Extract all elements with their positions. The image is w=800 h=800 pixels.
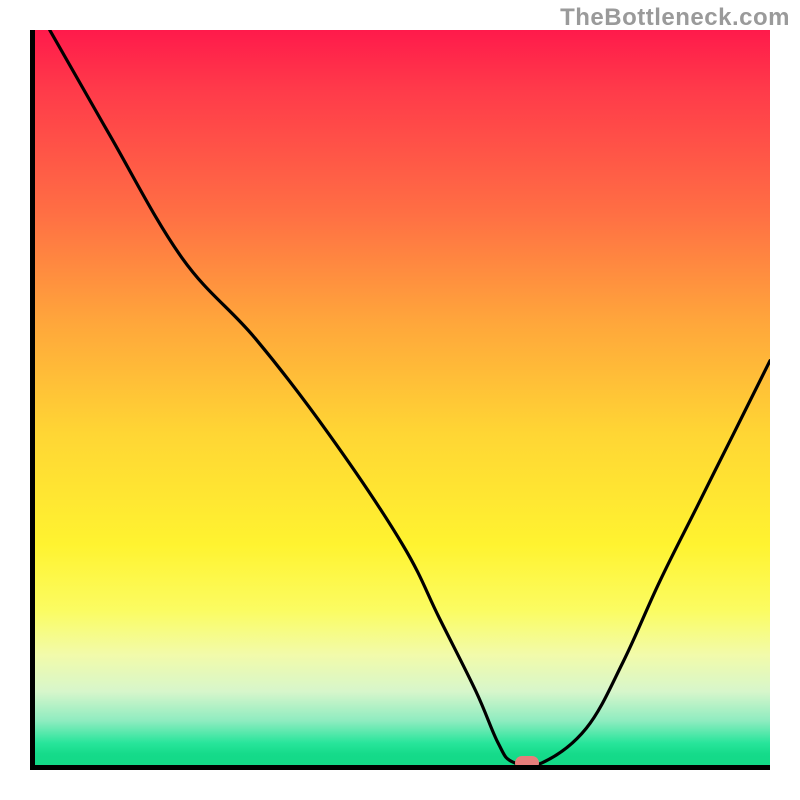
bottleneck-curve bbox=[35, 30, 770, 765]
watermark-text: TheBottleneck.com bbox=[560, 4, 790, 32]
curve-path bbox=[50, 30, 770, 765]
optimum-marker bbox=[515, 756, 539, 770]
chart-container: TheBottleneck.com bbox=[0, 0, 800, 800]
plot-area bbox=[30, 30, 770, 770]
